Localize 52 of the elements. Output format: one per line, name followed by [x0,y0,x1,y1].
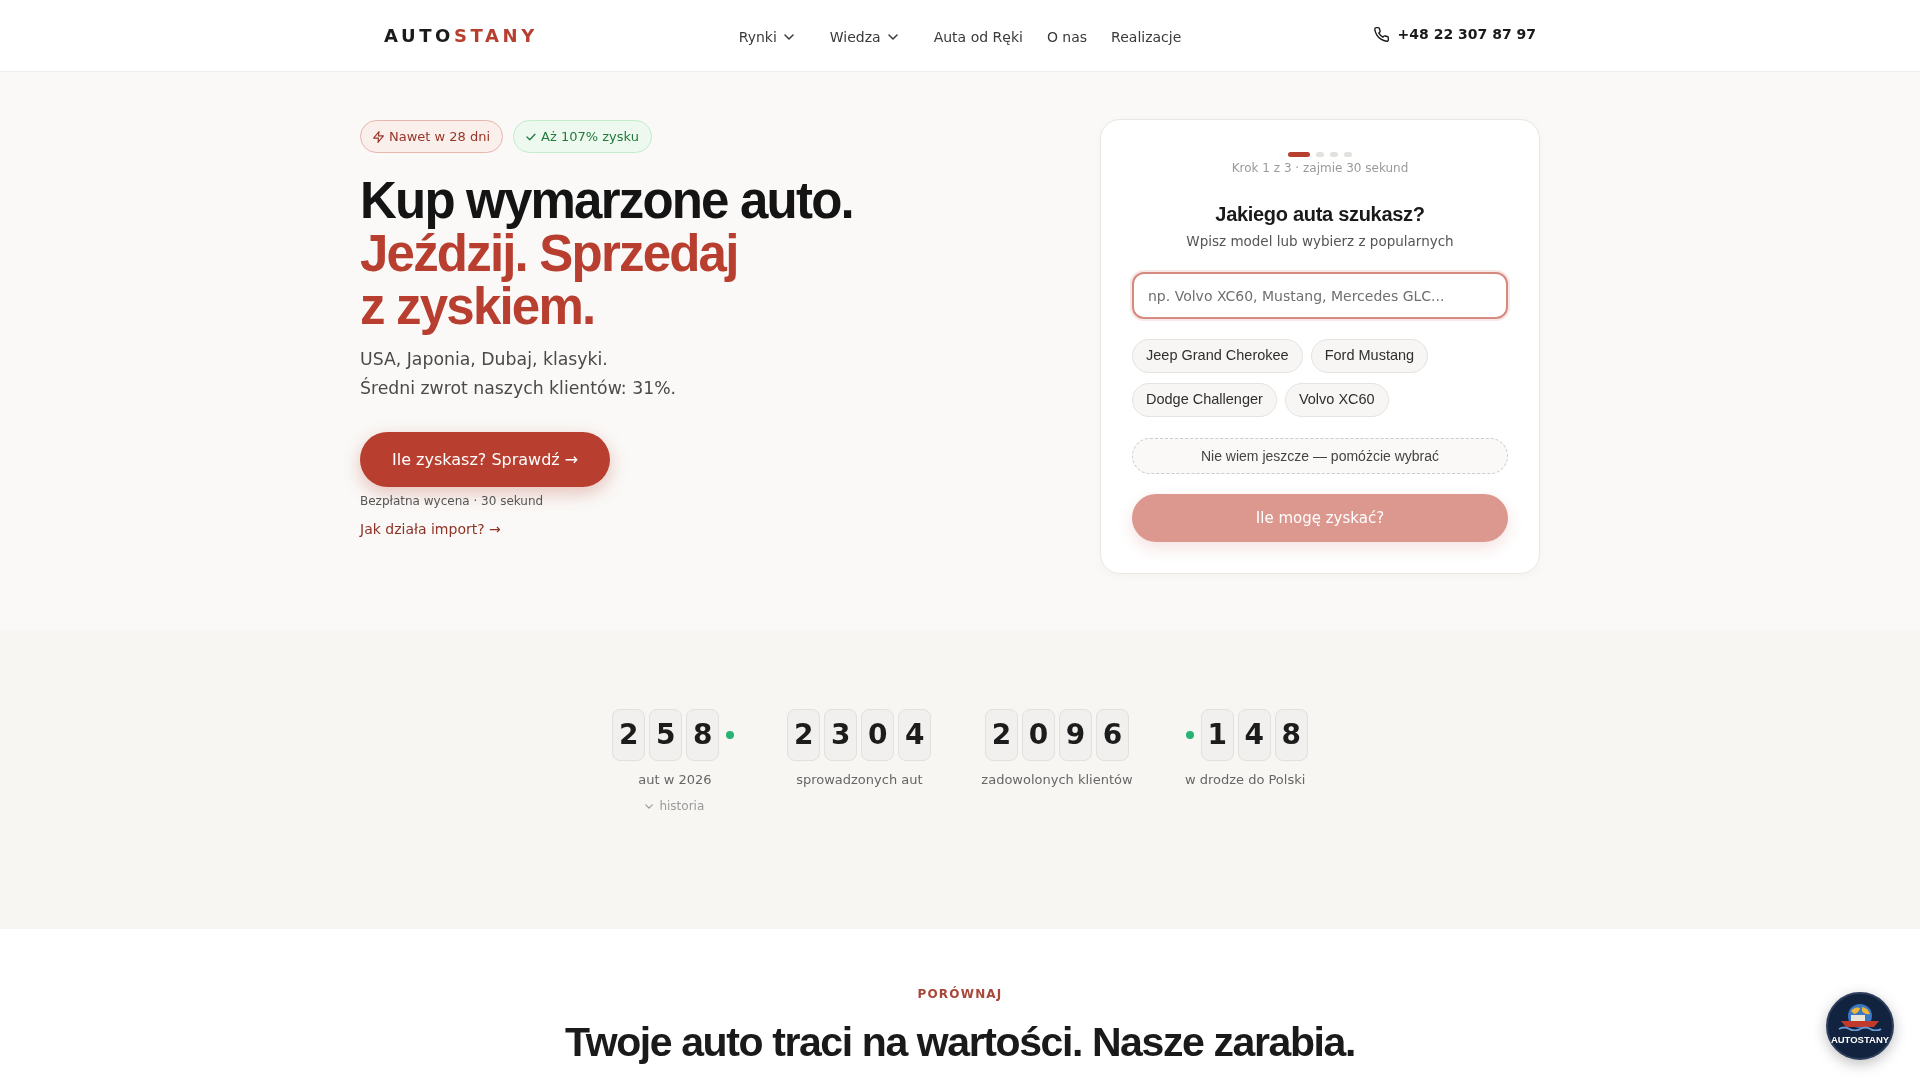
lightning-icon [373,130,384,143]
digit-tile: 5 [649,709,683,761]
logo-wordmark[interactable]: AUTO STANY [384,26,538,45]
pill-text: Nawet w 28 dni [389,127,491,146]
nav-dropdown[interactable]: Rynki [738,26,806,47]
nav-dropdown[interactable]: Wiedza [829,26,910,47]
digit-tile: 4 [898,709,932,761]
chat-widget-button[interactable]: AUTOSTANY [1826,992,1894,1060]
digit-tile: 3 [824,709,858,761]
stat-label: sprowadzonych aut [796,771,923,789]
digit-tile: 6 [1096,709,1129,761]
digit-tile: 9 [1059,709,1092,761]
headline: Kup wymarzone auto. [360,174,854,227]
cta-note: Bezpłatna wycena · 30 sekund [360,493,545,510]
globe-ship-icon [1838,1003,1882,1031]
suggestion-chip[interactable]: Dodge Challenger [1132,383,1277,417]
digit-tile: 4 [1237,709,1271,761]
suggestion-chip[interactable]: Ford Mustang [1310,339,1429,373]
stat-label: zadowolonych klientów [981,771,1133,789]
stat-label: w drodze do Polski [1184,771,1306,789]
help-choose-button[interactable]: Nie wiem jeszcze — pomóżcie wybrać [1132,438,1508,474]
digit-tile: 2 [612,709,646,761]
hero-subtitle: Średni zwrot naszych klientów: 31%. [360,376,678,400]
digit-tile: 0 [861,709,895,761]
nav-link[interactable]: Realizacje [1111,26,1182,47]
section-title: Twoje auto traci na wartości. Nasze zarabia. [565,1018,1355,1066]
phone-icon [1373,26,1389,42]
digit-tile: 2 [985,709,1018,761]
step-label: Krok 1 z 3 · zajmie 30 sekund [1230,160,1410,177]
section-eyebrow: PORÓWNAJ [917,986,1003,1002]
nav-link[interactable]: Auta od Ręki [933,26,1023,47]
cta-button[interactable]: Ile zyskasz? Sprawdź → [360,432,611,487]
suggestion-chip[interactable]: Volvo XC60 [1284,383,1389,417]
import-info-link[interactable]: Jak działa import? → [360,519,501,540]
digit-tile: 2 [787,709,821,761]
digit-tile: 8 [1274,709,1308,761]
pill-text: Aż 107% zysku [541,127,639,146]
digit-tile: 8 [686,709,720,761]
stat-label: aut w 2026 [638,771,712,789]
live-dot-icon [1185,731,1194,739]
hero-subtitle: USA, Japonia, Dubaj, klasyki. [360,348,609,371]
form-subtitle: Wpisz model lub wybierz z popularnych [1185,232,1455,251]
form-title: Jakiego auta szukasz? [1214,202,1426,227]
phone-link[interactable]: +48 22 307 87 97 [1373,23,1536,45]
chevron-down-icon [645,803,654,809]
nav-link[interactable]: O nas [1046,26,1088,47]
search-field[interactable]: np. Volvo XC60, Mustang, Mercedes GLC... [1132,272,1508,319]
live-dot-icon [726,731,735,739]
suggestion-chip[interactable]: Jeep Grand Cherokee [1132,339,1303,373]
digit-tile: 1 [1200,709,1234,761]
check-icon [526,132,537,141]
digit-tile: 0 [1022,709,1055,761]
